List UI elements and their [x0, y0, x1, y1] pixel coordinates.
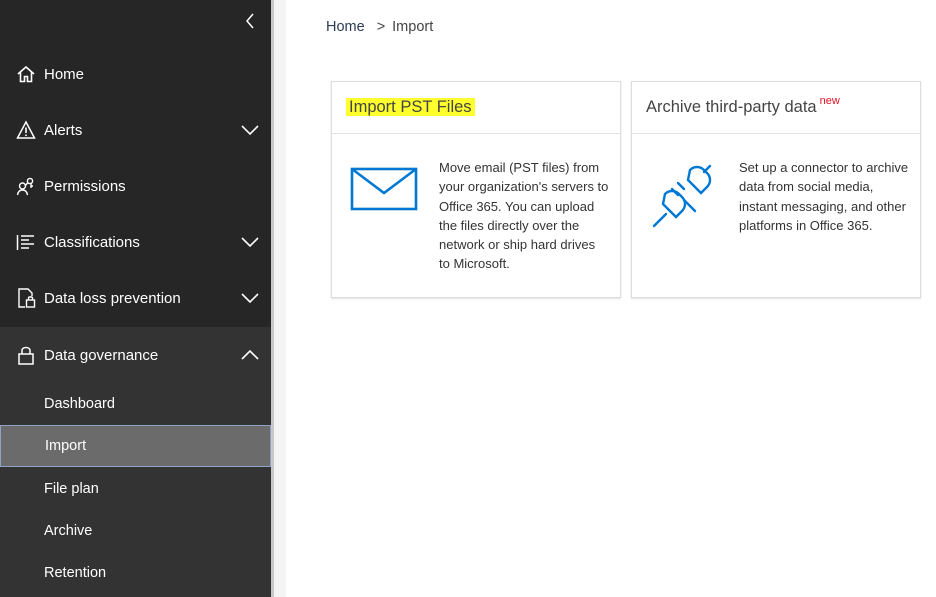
- submenu-item-label: Retention: [44, 565, 107, 581]
- chevron-left-icon: [246, 13, 254, 29]
- chevron-down-icon: [241, 293, 259, 304]
- submenu-item-label: Dashboard: [44, 396, 115, 412]
- breadcrumb-current: Import: [392, 19, 434, 35]
- submenu-item-archive[interactable]: Archive: [0, 510, 271, 552]
- new-badge: new: [819, 95, 840, 107]
- plug-connector-icon: [652, 164, 718, 233]
- sidebar-item-label: Classifications: [44, 233, 140, 251]
- sidebar-item-label: Permissions: [44, 177, 126, 195]
- breadcrumb: Home > Import: [326, 19, 433, 35]
- submenu-item-retention[interactable]: Retention: [0, 552, 271, 594]
- home-icon: [16, 63, 36, 85]
- submenu-item-import[interactable]: Import: [0, 425, 271, 467]
- card-header: Import PST Files: [332, 82, 620, 134]
- alert-triangle-icon: [16, 119, 36, 141]
- lock-icon: [16, 344, 36, 366]
- sidebar-scrollbar[interactable]: [271, 0, 286, 597]
- submenu-item-file-plan[interactable]: File plan: [0, 468, 271, 510]
- submenu-item-label: Import: [45, 438, 87, 454]
- people-key-icon: [16, 175, 36, 197]
- sidebar-item-alerts[interactable]: Alerts: [0, 102, 271, 158]
- card-title: Archive third-party data new: [646, 95, 840, 116]
- card-title: Import PST Files: [346, 98, 475, 117]
- submenu-item-dashboard[interactable]: Dashboard: [0, 383, 271, 425]
- chevron-down-icon: [241, 237, 259, 248]
- list-icon: [16, 231, 36, 253]
- sidebar-item-home[interactable]: Home: [0, 46, 271, 102]
- sidebar-item-data-governance[interactable]: Data governance: [0, 327, 271, 383]
- sidebar-item-label: Home: [44, 65, 85, 83]
- sidebar-item-permissions[interactable]: Permissions: [0, 158, 271, 214]
- archive-third-party-data-card[interactable]: Archive third-party data new Set up a con…: [631, 81, 921, 298]
- card-header: Archive third-party data new: [632, 82, 920, 134]
- chevron-down-icon: [241, 125, 259, 136]
- submenu-item-label: Archive: [44, 523, 93, 539]
- collapse-nav-button[interactable]: [240, 10, 260, 32]
- sidebar-item-label: Alerts: [44, 121, 83, 139]
- sidebar-item-label: Data loss prevention: [44, 289, 181, 307]
- chevron-up-icon: [241, 349, 259, 360]
- card-description: Move email (PST files) from your organiz…: [439, 160, 609, 272]
- sidebar-item-data-loss-prevention[interactable]: Data loss prevention: [0, 270, 271, 326]
- sidebar-item-classifications[interactable]: Classifications: [0, 214, 271, 270]
- sidebar-item-label: Data governance: [44, 346, 159, 364]
- submenu-item-label: File plan: [44, 481, 99, 497]
- sidebar-nav: Home Alerts Permissions Classifications …: [0, 0, 271, 597]
- envelope-icon: [350, 166, 418, 219]
- import-pst-files-card[interactable]: Import PST Files Move email (PST files) …: [331, 81, 621, 298]
- breadcrumb-separator: >: [376, 19, 386, 35]
- card-description: Set up a connector to archive data from …: [739, 160, 909, 233]
- data-governance-submenu: Dashboard Import File plan Archive Reten…: [0, 383, 271, 597]
- document-lock-icon: [16, 287, 36, 309]
- breadcrumb-home-link[interactable]: Home: [326, 19, 365, 35]
